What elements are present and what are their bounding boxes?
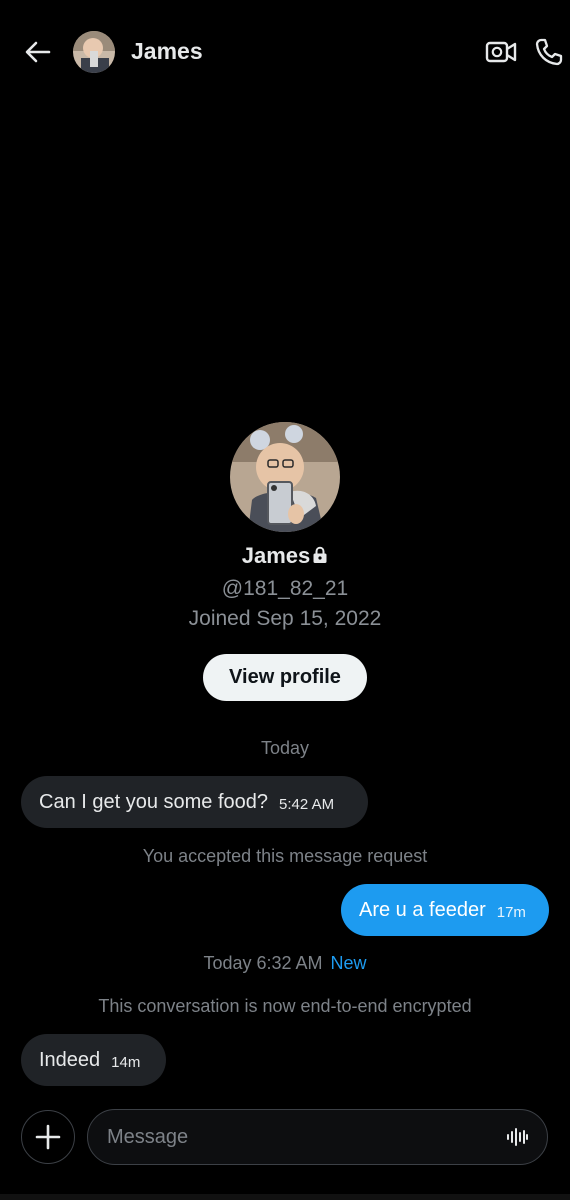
message-text: Indeed — [39, 1048, 101, 1071]
message-text: Are u a feeder — [359, 898, 486, 921]
message-bubble-incoming[interactable]: Can I get you some food? 5:42 AM — [21, 776, 368, 828]
message-composer — [0, 1100, 570, 1200]
lock-icon — [313, 546, 327, 563]
arrow-left-icon — [25, 41, 51, 63]
profile-name: James — [0, 543, 570, 569]
profile-handle: @181_82_21 — [221, 577, 349, 600]
voice-wave-icon — [507, 1128, 528, 1146]
message-input[interactable] — [107, 1110, 487, 1164]
bottom-edge — [0, 1194, 570, 1200]
divider-time: Today 6:32 AM — [203, 953, 323, 973]
avatar[interactable] — [73, 31, 115, 73]
view-profile-button[interactable]: View profile — [203, 654, 367, 701]
message-time: 14m — [111, 1053, 141, 1071]
encryption-note: This conversation is now end-to-end encr… — [98, 996, 472, 1016]
video-call-button[interactable] — [484, 37, 518, 67]
profile-name-text: James — [241, 543, 311, 568]
accepted-request-note: You accepted this message request — [142, 846, 428, 866]
plus-icon — [35, 1124, 61, 1150]
contact-name[interactable]: James — [131, 38, 203, 65]
message-bubble-incoming[interactable]: Indeed 14m — [21, 1034, 166, 1086]
message-time: 17m — [496, 903, 526, 921]
phone-icon — [535, 38, 563, 66]
add-attachment-button[interactable] — [21, 1110, 75, 1164]
message-bubble-outgoing[interactable]: Are u a feeder 17m — [341, 884, 549, 936]
back-button[interactable] — [22, 36, 54, 68]
new-label: New — [330, 953, 367, 973]
new-messages-divider: Today 6:32 AM New — [0, 953, 570, 974]
message-text: Can I get you some food? — [39, 790, 269, 813]
message-time: 5:42 AM — [279, 795, 335, 813]
video-call-icon — [485, 41, 517, 63]
message-field[interactable] — [87, 1109, 548, 1165]
voice-message-button[interactable] — [505, 1125, 529, 1149]
date-separator: Today — [260, 738, 310, 758]
profile-avatar[interactable] — [230, 422, 340, 532]
conversation-header: James — [0, 0, 570, 104]
voice-call-button[interactable] — [533, 36, 565, 68]
profile-joined-date: Joined Sep 15, 2022 — [188, 607, 382, 630]
